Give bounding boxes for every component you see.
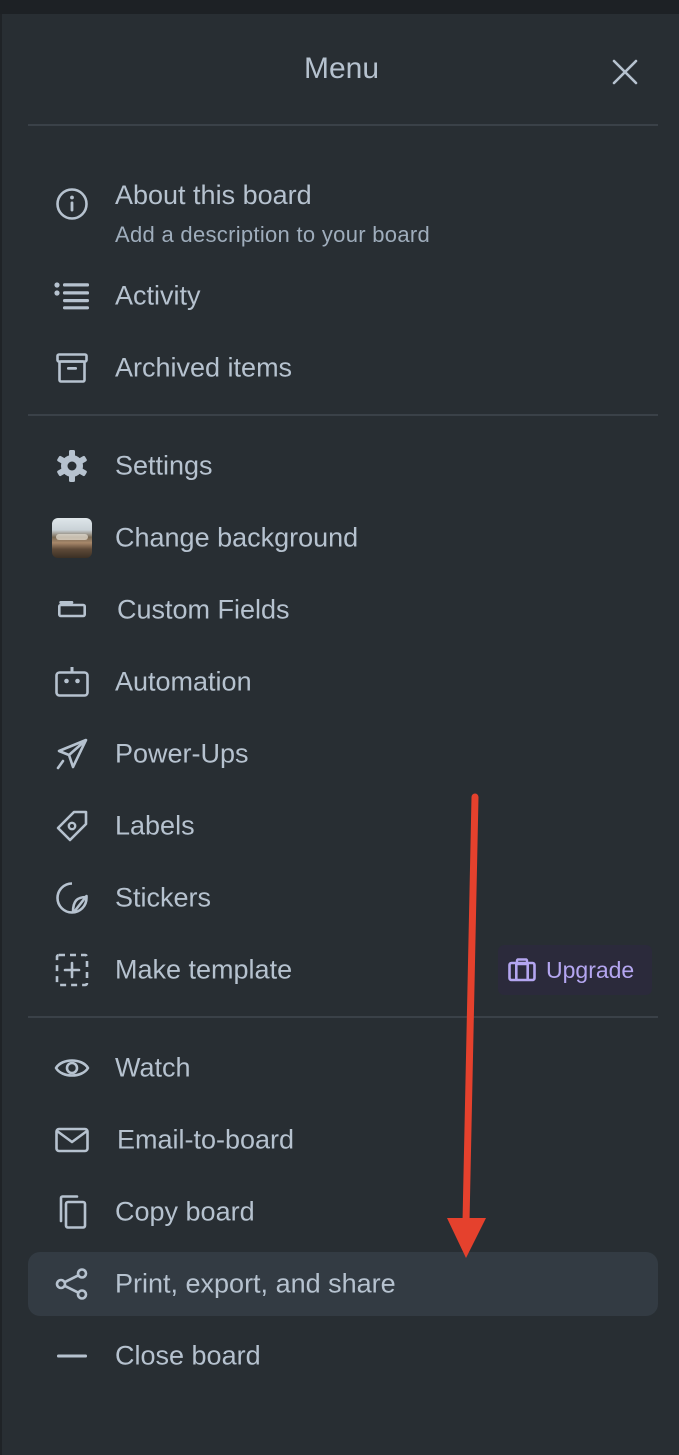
menu-item-label: Close board (115, 1340, 261, 1371)
close-button[interactable] (602, 54, 648, 90)
divider (28, 124, 658, 126)
menu-item-make-template[interactable]: Make template Upgrade (28, 938, 658, 1002)
menu-header: Menu (2, 14, 679, 126)
menu-item-watch[interactable]: Watch (28, 1036, 658, 1100)
rocket-icon (52, 734, 92, 774)
menu-item-power-ups[interactable]: Power-Ups (28, 722, 658, 786)
gear-icon (52, 446, 92, 486)
template-add-icon (52, 950, 92, 990)
background-thumbnail (52, 518, 92, 558)
background-thumbnail-image (52, 518, 92, 558)
menu-item-label: Settings (115, 450, 213, 481)
menu-item-label: Power-Ups (115, 738, 249, 769)
copy-icon (52, 1192, 92, 1232)
upgrade-label: Upgrade (546, 956, 635, 983)
menu-item-sublabel: Add a description to your board (115, 222, 431, 247)
menu-item-label: Archived items (115, 352, 293, 383)
board-menu-panel: Menu About this board Add a description … (0, 14, 679, 1455)
menu-title: Menu (303, 52, 380, 85)
menu-item-settings[interactable]: Settings (28, 434, 658, 498)
divider (28, 1016, 658, 1018)
briefcase-icon (508, 958, 536, 982)
menu-item-copy-board[interactable]: Copy board (28, 1180, 658, 1244)
close-icon (612, 59, 638, 85)
menu-item-close-board[interactable]: Close board (28, 1324, 658, 1388)
mail-icon (52, 1120, 92, 1160)
minus-icon (52, 1336, 92, 1376)
menu-item-label: Watch (115, 1052, 191, 1083)
upgrade-button[interactable]: Upgrade (498, 945, 652, 995)
custom-fields-icon (52, 590, 92, 630)
menu-item-label: Stickers (115, 882, 212, 913)
menu-item-label: Labels (115, 810, 195, 841)
menu-item-label: Change background (115, 522, 359, 553)
menu-item-label: About this board (115, 180, 312, 210)
menu-item-archived-items[interactable]: Archived items (28, 336, 658, 400)
share-icon (52, 1264, 92, 1304)
sticker-icon (52, 878, 92, 918)
menu-item-labels[interactable]: Labels (28, 794, 658, 858)
archive-icon (52, 348, 92, 388)
menu-item-custom-fields[interactable]: Custom Fields (28, 578, 658, 642)
menu-item-email-to-board[interactable]: Email-to-board (28, 1108, 658, 1172)
menu-item-label: Automation (115, 666, 252, 697)
tag-icon (52, 806, 92, 846)
menu-item-about-board[interactable]: About this board Add a description to yo… (28, 164, 658, 247)
divider (28, 414, 658, 416)
menu-item-print-export-share[interactable]: Print, export, and share (28, 1252, 658, 1316)
menu-item-stickers[interactable]: Stickers (28, 866, 658, 930)
menu-item-change-background[interactable]: Change background (28, 506, 658, 570)
menu-item-label: Custom Fields (117, 594, 290, 625)
menu-item-label: Activity (115, 280, 201, 311)
robot-icon (52, 662, 92, 702)
menu-item-label: Copy board (115, 1196, 255, 1227)
info-icon (52, 184, 92, 224)
top-bar (0, 0, 679, 14)
activity-list-icon (52, 276, 92, 316)
menu-item-label: Print, export, and share (115, 1268, 396, 1299)
menu-item-activity[interactable]: Activity (28, 264, 658, 328)
menu-item-label: Make template (115, 954, 293, 985)
eye-icon (52, 1048, 92, 1088)
menu-item-automation[interactable]: Automation (28, 650, 658, 714)
menu-item-label: Email-to-board (117, 1124, 295, 1155)
